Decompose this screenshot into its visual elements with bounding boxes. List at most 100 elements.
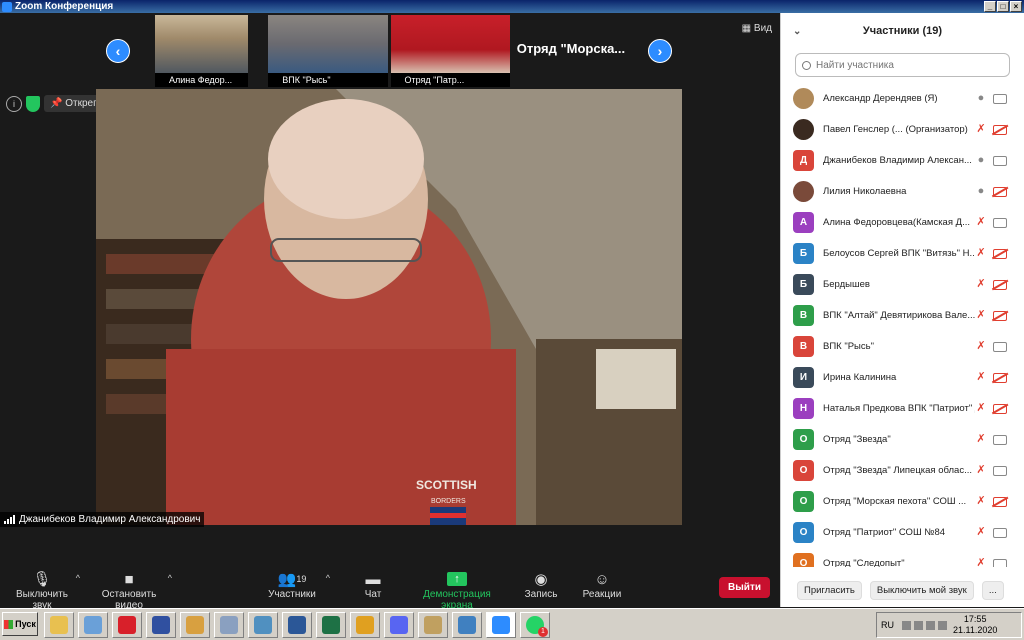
- video-camera-icon[interactable]: [993, 527, 1007, 538]
- mic-muted-icon[interactable]: ✗: [975, 433, 987, 446]
- invite-button[interactable]: Пригласить: [797, 580, 862, 600]
- microphone-icon[interactable]: ●: [975, 185, 987, 198]
- mic-muted-icon[interactable]: ✗: [975, 371, 987, 384]
- participant-row[interactable]: О Отряд "Звезда" Липецкая облас... ✗: [781, 455, 1024, 486]
- word-taskbar-button[interactable]: [282, 612, 312, 638]
- mic-muted-icon[interactable]: ✗: [975, 526, 987, 539]
- clock[interactable]: 17:55 21.11.2020: [953, 614, 997, 636]
- disk-taskbar-button[interactable]: [248, 612, 278, 638]
- participant-row[interactable]: Н Наталья Предкова ВПК "Патриот" Д... ✗: [781, 393, 1024, 424]
- participant-name-tile[interactable]: Отряд "Морска...: [512, 15, 640, 87]
- mic-muted-icon[interactable]: ✗: [975, 495, 987, 508]
- mic-muted-icon[interactable]: ✗: [975, 247, 987, 260]
- participant-search[interactable]: [795, 53, 1010, 77]
- whatsapp-taskbar-button[interactable]: 1: [520, 612, 550, 638]
- video-camera-icon[interactable]: [993, 558, 1007, 567]
- flag-tray-icon[interactable]: [938, 620, 947, 630]
- camera-off-icon[interactable]: [993, 279, 1007, 290]
- participant-row[interactable]: О Отряд "Морская пехота" СОШ ... ✗: [781, 486, 1024, 517]
- record-button[interactable]: ◉ Запись: [524, 569, 558, 600]
- view-button[interactable]: ▦ Вид: [742, 23, 772, 34]
- filmstrip-prev-button[interactable]: ‹: [106, 39, 130, 63]
- participant-row[interactable]: Александр Дерендяев (Я) ●: [781, 83, 1024, 114]
- camera-off-icon[interactable]: [993, 496, 1007, 507]
- mic-muted-icon[interactable]: ✗: [975, 340, 987, 353]
- participant-row[interactable]: О Отряд "Следопыт" ✗: [781, 548, 1024, 567]
- video-camera-icon[interactable]: [993, 341, 1007, 352]
- camera-off-icon[interactable]: [993, 124, 1007, 135]
- microphone-icon[interactable]: ●: [975, 92, 987, 105]
- volume-icon[interactable]: [926, 620, 935, 630]
- mic-muted-icon[interactable]: ✗: [975, 216, 987, 229]
- participant-row[interactable]: Д Джанибеков Владимир Алексан... ●: [781, 145, 1024, 176]
- mic-muted-icon[interactable]: ✗: [975, 557, 987, 567]
- panel-title: Участники (19): [862, 25, 943, 37]
- participant-row[interactable]: И Ирина Калинина ✗: [781, 362, 1024, 393]
- camera-off-icon[interactable]: [993, 186, 1007, 197]
- search-input[interactable]: [816, 59, 986, 71]
- video-camera-icon[interactable]: [993, 465, 1007, 476]
- excel-taskbar-button[interactable]: [316, 612, 346, 638]
- opera-taskbar-button[interactable]: [112, 612, 142, 638]
- camera-off-icon[interactable]: [993, 248, 1007, 259]
- zoom-taskbar-button[interactable]: [486, 612, 516, 638]
- calculator-taskbar-button[interactable]: [214, 612, 244, 638]
- camera-off-icon[interactable]: [993, 372, 1007, 383]
- chevron-up-icon[interactable]: ^: [168, 573, 172, 583]
- chrome-taskbar-button[interactable]: [350, 612, 380, 638]
- participant-thumbnail[interactable]: ✗ Отряд "Патр...: [390, 15, 510, 87]
- mute-me-button[interactable]: Выключить мой звук: [869, 580, 974, 600]
- stop-video-button[interactable]: ■ ^ Остановить видео: [88, 569, 172, 612]
- participant-row[interactable]: Павел Генслер (... (Организатор) ✗: [781, 114, 1024, 145]
- participant-row[interactable]: Б Белоусов Сергей ВПК "Витязь" Н... ✗: [781, 238, 1024, 269]
- folder-taskbar-button[interactable]: [44, 612, 74, 638]
- participant-row[interactable]: В ВПК "Алтай" Девятирикова Вале... ✗: [781, 300, 1024, 331]
- mute-button[interactable]: 🎙 ^ Выключить звук: [6, 569, 80, 611]
- video-camera-icon[interactable]: [993, 155, 1007, 166]
- microphone-icon[interactable]: ●: [975, 154, 987, 167]
- chevron-up-icon[interactable]: ^: [76, 573, 80, 583]
- participant-row[interactable]: О Отряд "Звезда" ✗: [781, 424, 1024, 455]
- participant-row[interactable]: А Алина Федоровцева(Камская Д... ✗: [781, 207, 1024, 238]
- mic-muted-icon[interactable]: ✗: [975, 309, 987, 322]
- mic-muted-icon[interactable]: ✗: [975, 278, 987, 291]
- language-indicator[interactable]: RU: [881, 620, 894, 630]
- camera-off-icon[interactable]: [993, 403, 1007, 414]
- participant-row[interactable]: В ВПК "Рысь" ✗: [781, 331, 1024, 362]
- minimize-button[interactable]: _: [984, 1, 996, 12]
- participant-row[interactable]: Б Бердышев ✗: [781, 269, 1024, 300]
- network-taskbar-button[interactable]: [452, 612, 482, 638]
- participant-thumbnail[interactable]: ✗ ВПК "Рысь": [268, 15, 388, 87]
- start-button[interactable]: Пуск: [2, 612, 38, 636]
- share-screen-button[interactable]: ↑ Демонстрация экрана: [408, 569, 506, 611]
- info-icon[interactable]: i: [6, 95, 22, 112]
- chevron-up-icon[interactable]: ^: [326, 573, 330, 583]
- filmstrip-next-button[interactable]: ›: [648, 39, 672, 63]
- participant-row[interactable]: О Отряд "Патриот" СОШ №84 ✗: [781, 517, 1024, 548]
- leave-meeting-button[interactable]: Выйти: [719, 577, 770, 598]
- participants-button[interactable]: 👥 19 ^ Участники: [268, 569, 330, 600]
- mic-muted-icon[interactable]: ✗: [975, 464, 987, 477]
- save-taskbar-button[interactable]: [146, 612, 176, 638]
- chat-button[interactable]: ▬ Чат: [360, 569, 386, 601]
- reactions-button[interactable]: ☺ Реакции: [582, 569, 622, 601]
- mic-muted-icon[interactable]: ✗: [975, 402, 987, 415]
- more-button[interactable]: ...: [981, 580, 1004, 600]
- video-camera-icon[interactable]: [993, 217, 1007, 228]
- close-button[interactable]: ×: [1010, 1, 1022, 12]
- safe-remove-icon[interactable]: [914, 620, 923, 630]
- encryption-shield-icon[interactable]: [26, 95, 40, 112]
- maximize-button[interactable]: □: [997, 1, 1009, 12]
- video-camera-icon[interactable]: [993, 93, 1007, 104]
- video-camera-icon[interactable]: [993, 434, 1007, 445]
- chevron-down-icon[interactable]: ⌄: [793, 26, 801, 37]
- paint-taskbar-button[interactable]: [180, 612, 210, 638]
- mic-muted-icon[interactable]: ✗: [975, 123, 987, 136]
- photo-taskbar-button[interactable]: [418, 612, 448, 638]
- participant-thumbnail[interactable]: ✗ Алина Федор...: [155, 15, 249, 87]
- network-tray-icon[interactable]: [902, 620, 911, 630]
- discord-taskbar-button[interactable]: [384, 612, 414, 638]
- camera-off-icon[interactable]: [993, 310, 1007, 321]
- participant-row[interactable]: Лилия Николаевна ●: [781, 176, 1024, 207]
- mail-taskbar-button[interactable]: [78, 612, 108, 638]
